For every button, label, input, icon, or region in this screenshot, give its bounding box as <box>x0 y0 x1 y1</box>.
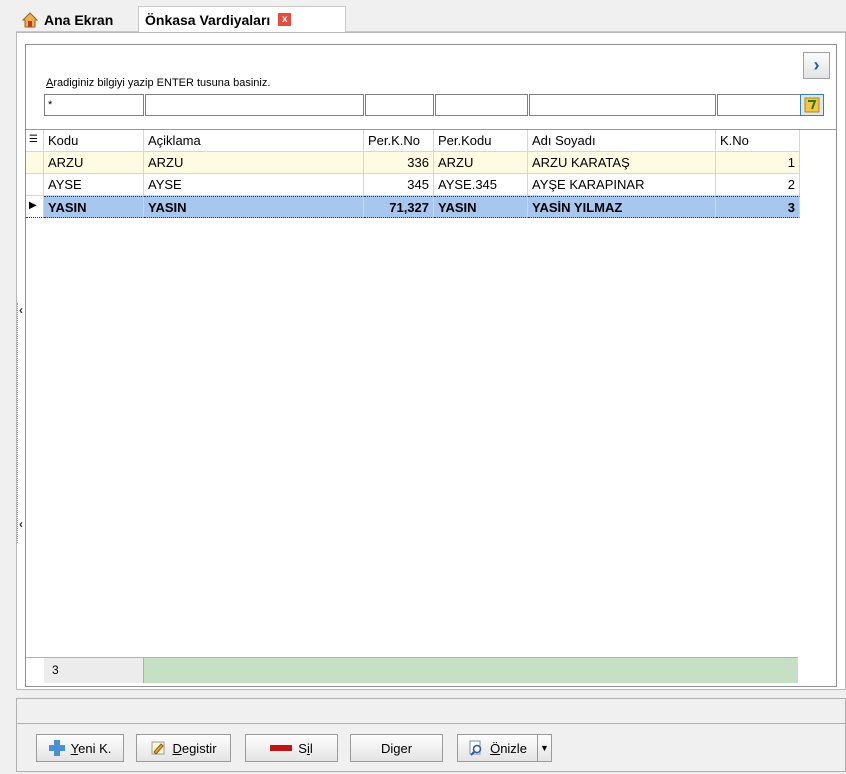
tab-onkasa-vardiyalari[interactable]: Önkasa Vardiyaları x <box>138 6 346 33</box>
cell-aciklama[interactable]: ARZU <box>144 152 364 174</box>
tab-bar: Ana Ekran Önkasa Vardiyaları x <box>16 4 846 33</box>
filter-kodu-input[interactable] <box>44 94 144 116</box>
cell-perkodu[interactable]: ARZU <box>434 152 528 174</box>
button-label: Diger <box>381 741 412 756</box>
column-header-perkno[interactable]: Per.K.No <box>364 130 434 152</box>
table-row-selected[interactable]: ▶ YASIN YASIN 71,327 YASIN YASİN YILMAZ … <box>26 196 800 218</box>
record-count: 3 <box>44 658 144 683</box>
filter-icon <box>804 97 820 113</box>
row-selected-indicator-icon: ▶ <box>26 196 44 218</box>
search-grid-frame: Aradiginiz bilgiyi yazip ENTER tusuna ba… <box>25 44 837 687</box>
pencil-icon <box>151 741 165 755</box>
home-icon <box>21 11 39 28</box>
label-pre: Di <box>380 740 394 756</box>
cell-kodu[interactable]: AYSE <box>44 174 144 196</box>
edit-button[interactable]: Degistir <box>136 734 231 762</box>
cell-aciklama[interactable]: YASIN <box>144 196 364 218</box>
label-underline: Y <box>70 740 79 756</box>
summary-bar <box>144 658 798 683</box>
column-header-kodu[interactable]: Kodu <box>44 130 144 152</box>
label-pre: S <box>298 740 307 756</box>
cell-kno[interactable]: 1 <box>716 152 800 174</box>
table-row[interactable]: ARZU ARZU 336 ARZU ARZU KARATAŞ 1 <box>26 152 800 174</box>
close-icon[interactable]: x <box>278 13 292 26</box>
label-rest: nizle <box>500 740 527 756</box>
grid-header: ☰ Kodu Açiklama Per.K.No Per.Kodu Adı So… <box>26 130 800 152</box>
label-underline: D <box>172 740 182 756</box>
chevron-left-icon: ‹ <box>19 517 23 531</box>
cell-perkno[interactable]: 345 <box>364 174 434 196</box>
chevron-left-icon: ‹ <box>19 303 23 317</box>
cell-kno[interactable]: 3 <box>716 196 800 218</box>
grid-footer-summary: 3 <box>26 657 798 683</box>
cell-kodu[interactable]: ARZU <box>44 152 144 174</box>
preview-button[interactable]: Önizle ▼ <box>457 734 552 762</box>
column-header-perkodu[interactable]: Per.Kodu <box>434 130 528 152</box>
button-label: Sil <box>298 741 312 756</box>
cell-aciklama[interactable]: AYSE <box>144 174 364 196</box>
plus-icon <box>48 740 65 756</box>
cell-kodu[interactable]: YASIN <box>44 196 144 218</box>
button-bar: Yeni K. Degistir Sil Diger Önizle ▼ <box>16 724 846 772</box>
panel-splitter[interactable]: ‹ ‹ <box>17 303 25 543</box>
preview-dropdown-arrow-icon[interactable]: ▼ <box>537 735 551 761</box>
cell-perkodu[interactable]: AYSE.345 <box>434 174 528 196</box>
next-button[interactable]: › <box>803 52 830 79</box>
filter-perkno-input[interactable] <box>365 94 434 116</box>
button-label: Önizle <box>490 741 527 756</box>
column-header-adisoyadi[interactable]: Adı Soyadı <box>528 130 716 152</box>
new-record-button[interactable]: Yeni K. <box>36 734 124 762</box>
filter-row <box>44 94 802 116</box>
row-indicator <box>26 174 44 196</box>
column-header-aciklama[interactable]: Açiklama <box>144 130 364 152</box>
minus-icon <box>270 745 293 751</box>
search-hint: Aradiginiz bilgiyi yazip ENTER tusuna ba… <box>46 77 270 89</box>
label-underline: Ö <box>490 740 501 756</box>
button-label: Degistir <box>172 741 216 756</box>
cell-kno[interactable]: 2 <box>716 174 800 196</box>
button-label: Yeni K. <box>71 741 112 756</box>
table-row[interactable]: AYSE AYSE 345 AYSE.345 AYŞE KARAPINAR 2 <box>26 174 800 196</box>
delete-button[interactable]: Sil <box>245 734 338 762</box>
filter-kno-input[interactable] <box>717 94 801 116</box>
filter-clear-button[interactable] <box>800 94 824 116</box>
filter-adisoyadi-input[interactable] <box>529 94 716 116</box>
tab-ana-ekran[interactable]: Ana Ekran <box>16 6 138 33</box>
tab-label: Önkasa Vardiyaları <box>145 11 271 28</box>
other-button[interactable]: Diger <box>350 734 443 762</box>
cell-adisoyadi[interactable]: AYŞE KARAPINAR <box>528 174 716 196</box>
status-bar <box>16 698 846 724</box>
app-window: Ana Ekran Önkasa Vardiyaları x ‹ ‹ Aradi… <box>0 0 846 774</box>
cell-adisoyadi[interactable]: ARZU KARATAŞ <box>528 152 716 174</box>
row-indicator <box>26 152 44 174</box>
filter-aciklama-input[interactable] <box>145 94 364 116</box>
grid-rows: ARZU ARZU 336 ARZU ARZU KARATAŞ 1 AYSE A… <box>26 152 800 218</box>
cell-perkno[interactable]: 336 <box>364 152 434 174</box>
column-header-kno[interactable]: K.No <box>716 130 800 152</box>
cell-perkno[interactable]: 71,327 <box>364 196 434 218</box>
filter-perkodu-input[interactable] <box>435 94 528 116</box>
label-rest: egistir <box>181 740 217 756</box>
tab-label: Ana Ekran <box>44 11 114 28</box>
label-rest: eni K. <box>78 740 112 756</box>
magnifier-icon <box>469 740 482 756</box>
column-chooser-icon[interactable]: ☰ <box>26 130 44 152</box>
label-rest: l <box>309 740 313 756</box>
cell-adisoyadi[interactable]: YASİN YILMAZ <box>528 196 716 218</box>
label-rest: er <box>400 740 413 756</box>
data-grid: ☰ Kodu Açiklama Per.K.No Per.Kodu Adı So… <box>26 129 836 657</box>
cell-perkodu[interactable]: YASIN <box>434 196 528 218</box>
hint-text: radiginiz bilgiyi yazip ENTER tusuna bas… <box>53 77 271 89</box>
